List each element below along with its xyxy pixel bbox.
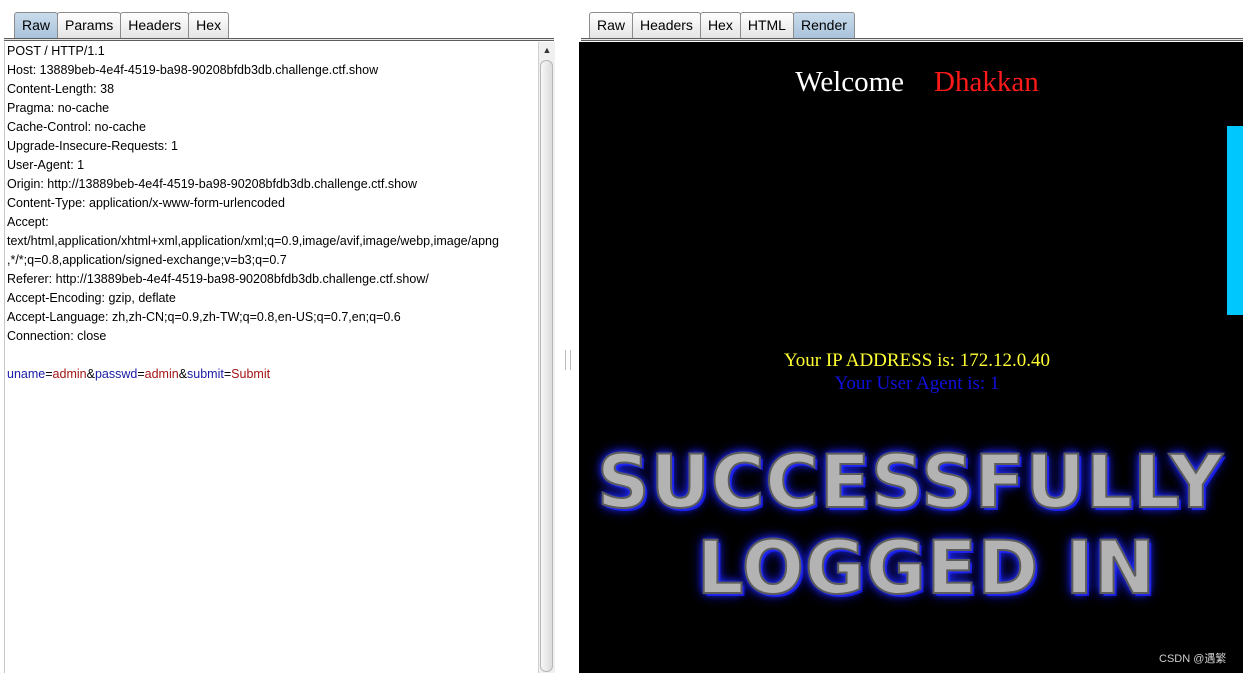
accent-bar xyxy=(1227,126,1243,315)
request-line: Accept-Language: zh,zh-CN;q=0.9,zh-TW;q=… xyxy=(7,310,401,324)
request-line: Upgrade-Insecure-Requests: 1 xyxy=(7,139,178,153)
param-value-uname: admin xyxy=(52,367,87,381)
scroll-up-arrow-icon[interactable]: ▲ xyxy=(539,42,555,58)
param-value-submit: Submit xyxy=(231,367,271,381)
request-tab-hex[interactable]: Hex xyxy=(188,12,230,38)
request-body-line: uname=admin&passwd=admin&submit=Submit xyxy=(7,365,270,384)
request-line: Pragma: no-cache xyxy=(7,101,110,115)
response-tabbar: Raw Headers Hex HTML Render xyxy=(589,12,855,39)
request-line: Accept-Encoding: gzip, deflate xyxy=(7,291,176,305)
request-tab-params[interactable]: Params xyxy=(57,12,122,38)
param-ampersand: & xyxy=(178,367,188,381)
request-line: Accept: xyxy=(7,215,49,229)
request-line: ,*/*;q=0.8,application/signed-exchange;v… xyxy=(7,253,287,267)
welcome-heading: Welcome Dhakkan xyxy=(579,66,1243,99)
ip-address-text: Your IP ADDRESS is: 172.12.0.40 xyxy=(783,350,1051,371)
param-ampersand: & xyxy=(86,367,95,381)
watermark: CSDN @遇繁 xyxy=(1159,653,1227,665)
request-editor[interactable]: POST / HTTP/1.1 Host: 13889beb-4e4f-4519… xyxy=(4,42,539,673)
response-tab-raw[interactable]: Raw xyxy=(589,12,634,38)
success-banner-line2: LOGGED IN xyxy=(696,525,1156,612)
request-pane: Raw Params Headers Hex POST / HTTP/1.1 H… xyxy=(0,0,563,673)
param-key-passwd: passwd xyxy=(94,367,138,381)
param-value-passwd: admin xyxy=(144,367,179,381)
request-line: Connection: close xyxy=(7,329,107,343)
param-equals: = xyxy=(45,367,53,381)
request-line: Content-Type: application/x-www-form-url… xyxy=(7,196,285,210)
response-tab-hex[interactable]: Hex xyxy=(699,12,741,38)
request-line: Origin: http://13889beb-4e4f-4519-ba98-9… xyxy=(7,177,418,191)
param-equals: = xyxy=(137,367,145,381)
request-line: Content-Length: 38 xyxy=(7,82,115,96)
response-tab-underline xyxy=(581,38,1243,41)
response-pane: Raw Headers Hex HTML Render Welcome Dhakk… xyxy=(579,0,1243,673)
request-tab-raw[interactable]: Raw xyxy=(14,12,59,38)
request-tabbar: Raw Params Headers Hex xyxy=(14,12,230,39)
request-vertical-scrollbar[interactable]: ▲ xyxy=(538,42,555,673)
param-key-uname: uname xyxy=(7,367,46,381)
request-line: Referer: http://13889beb-4e4f-4519-ba98-… xyxy=(7,272,429,286)
request-line: text/html,application/xhtml+xml,applicat… xyxy=(7,234,499,248)
request-line: Host: 13889beb-4e4f-4519-ba98-90208bfdb3… xyxy=(7,63,379,77)
request-line: User-Agent: 1 xyxy=(7,158,85,172)
response-tab-render[interactable]: Render xyxy=(792,12,855,38)
user-agent-text: Your User Agent is: 1 xyxy=(834,373,1000,394)
request-tab-underline xyxy=(4,38,554,41)
request-line: Cache-Control: no-cache xyxy=(7,120,146,134)
response-tab-html[interactable]: HTML xyxy=(739,12,794,38)
param-key-submit: submit xyxy=(187,367,224,381)
request-line: POST / HTTP/1.1 xyxy=(7,44,105,58)
splitter-grip-icon[interactable] xyxy=(565,350,571,370)
rendered-page: Welcome Dhakkan Your IP ADDRESS is: 172.1… xyxy=(579,42,1243,673)
request-tab-headers[interactable]: Headers xyxy=(120,12,190,38)
scrollbar-thumb[interactable] xyxy=(540,60,553,672)
username-text: Dhakkan xyxy=(934,66,1039,98)
pane-splitter[interactable] xyxy=(563,0,579,673)
success-banner-line1: SUCCESSFULLY xyxy=(596,439,1224,526)
response-tab-headers[interactable]: Headers xyxy=(632,12,701,38)
welcome-text: Welcome xyxy=(795,66,905,98)
